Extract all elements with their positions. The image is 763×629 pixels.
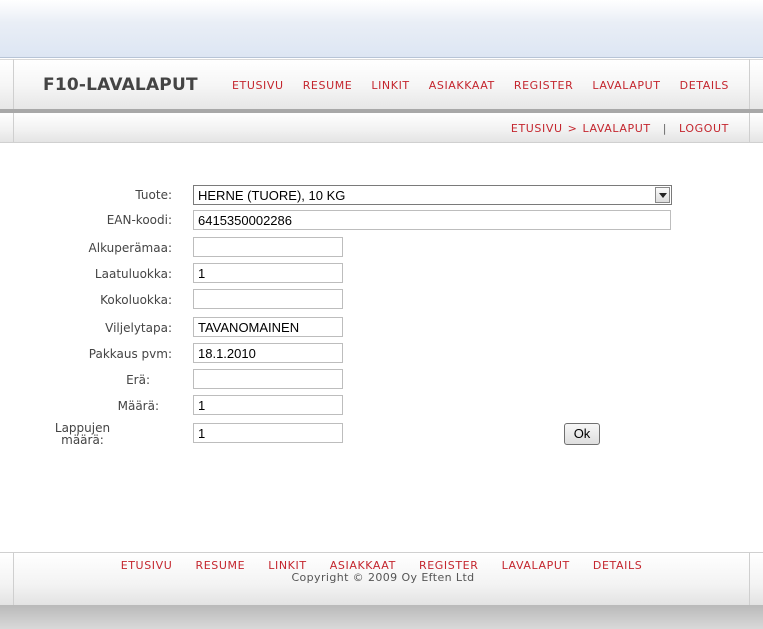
nav-linkit[interactable]: LINKIT: [371, 79, 409, 92]
logout-link[interactable]: LOGOUT: [679, 122, 729, 135]
era-label: Erä:: [126, 373, 150, 387]
viljelytapa-input[interactable]: TAVANOMAINEN: [193, 317, 343, 337]
ok-button[interactable]: Ok: [564, 423, 600, 445]
breadcrumb-current[interactable]: LAVALAPUT: [582, 122, 650, 135]
era-input[interactable]: [193, 369, 343, 389]
alkuperamaa-label: Alkuperämaa:: [88, 241, 172, 255]
laatuluokka-label: Laatuluokka:: [94, 267, 172, 281]
nav-resume[interactable]: RESUME: [303, 79, 353, 92]
nav-register[interactable]: REGISTER: [514, 79, 573, 92]
site-title: F10-LAVALAPUT: [43, 75, 198, 95]
breadcrumb-divider: |: [662, 122, 668, 135]
tuote-selected-value: HERNE (TUORE), 10 KG: [198, 188, 346, 203]
viljelytapa-label: Viljelytapa:: [105, 321, 172, 335]
kokoluokka-label: Kokoluokka:: [100, 293, 172, 307]
copyright: Copyright © 2009 Oy Eften Ltd: [291, 571, 475, 584]
nav-etusivu[interactable]: ETUSIVU: [232, 79, 284, 92]
kokoluokka-input[interactable]: [193, 289, 343, 309]
nav-lavalaput[interactable]: LAVALAPUT: [592, 79, 660, 92]
lappujen-maara-input[interactable]: 1: [193, 423, 343, 443]
header-edge-left: [13, 59, 14, 109]
dropdown-arrow-icon[interactable]: [655, 187, 670, 203]
breadcrumb-home[interactable]: ETUSIVU: [511, 122, 563, 135]
breadcrumb: ETUSIVU > LAVALAPUT | LOGOUT: [511, 122, 729, 135]
laatuluokka-input[interactable]: 1: [193, 263, 343, 283]
tuote-select[interactable]: HERNE (TUORE), 10 KG: [193, 185, 672, 205]
lappujen-maara-label: Lappujen määrä:: [0, 422, 165, 446]
top-nav: ETUSIVU RESUME LINKIT ASIAKKAAT REGISTER…: [213, 79, 729, 92]
header-edge-right: [749, 59, 750, 109]
pakkaus-label: Pakkaus pvm:: [88, 347, 172, 361]
maara-input[interactable]: 1: [193, 395, 343, 415]
bottom-band: [0, 605, 763, 629]
subheader-edge-right: [749, 113, 750, 142]
subheader-edge-left: [13, 113, 14, 142]
lappujen-label-line2: määrä:: [61, 433, 104, 447]
pakkaus-date-input[interactable]: 18.1.2010: [193, 343, 343, 363]
ean-input[interactable]: 6415350002286: [193, 210, 671, 230]
alkuperamaa-input[interactable]: [193, 237, 343, 257]
tuote-label: Tuote:: [135, 188, 172, 202]
maara-label: Määrä:: [117, 399, 159, 413]
nav-details[interactable]: DETAILS: [680, 79, 729, 92]
nav-asiakkaat[interactable]: ASIAKKAAT: [429, 79, 495, 92]
ean-label: EAN-koodi:: [106, 213, 172, 227]
browser-top-band: [0, 0, 763, 58]
breadcrumb-separator: >: [567, 122, 578, 135]
